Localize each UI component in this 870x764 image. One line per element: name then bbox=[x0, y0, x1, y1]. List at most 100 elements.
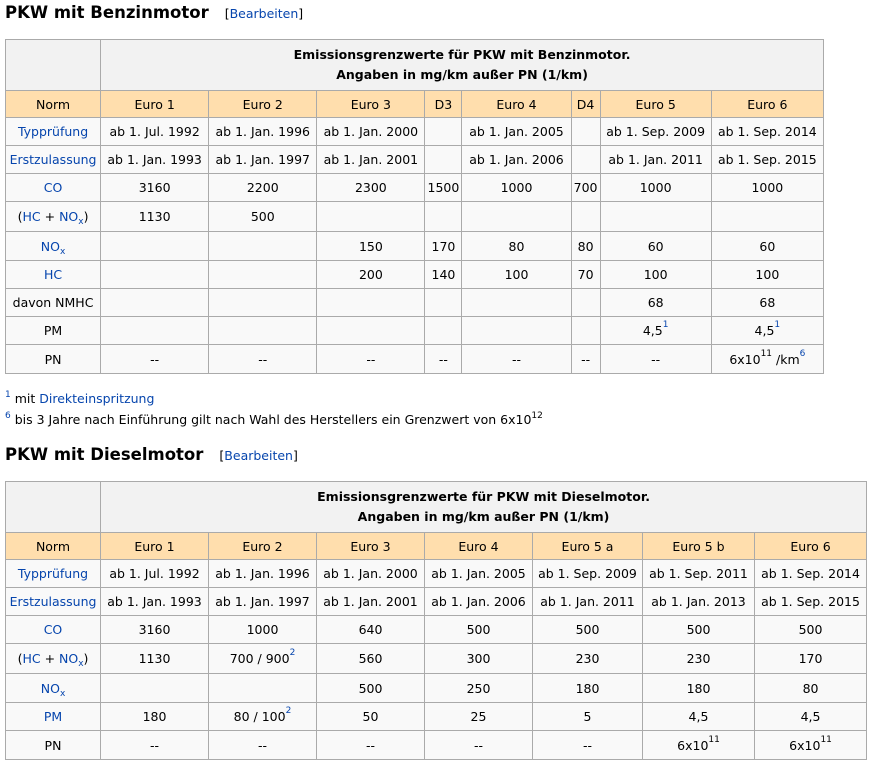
cell: 6x1011 /km6 bbox=[710, 344, 825, 374]
cell: 100 bbox=[599, 260, 712, 289]
footnote-ref[interactable]: 6 bbox=[800, 349, 806, 359]
hc-link[interactable]: HC bbox=[22, 651, 40, 666]
cell bbox=[316, 316, 426, 345]
cell: ab 1. Sep. 2011 bbox=[642, 559, 755, 588]
table-row: Erstzulassung ab 1. Jan. 1993 ab 1. Jan.… bbox=[4, 145, 825, 174]
cell: ab 1. Jan. 2006 bbox=[461, 145, 572, 174]
hc-link[interactable]: HC bbox=[23, 209, 41, 224]
cell: -- bbox=[208, 344, 318, 374]
cell bbox=[424, 201, 463, 232]
footnote-ref[interactable]: 2 bbox=[286, 706, 292, 716]
cell bbox=[208, 288, 318, 317]
header-norm: Norm bbox=[4, 90, 102, 118]
cell bbox=[424, 288, 463, 317]
nox-link[interactable]: NOx bbox=[59, 651, 84, 669]
cell: 80 bbox=[461, 231, 572, 261]
cell: ab 1. Sep. 2009 bbox=[599, 117, 712, 146]
cell: 5 bbox=[532, 702, 643, 731]
pm-link[interactable]: PM bbox=[44, 709, 62, 724]
cell: 3160 bbox=[100, 615, 209, 644]
cell: 1130 bbox=[100, 201, 210, 232]
cell bbox=[570, 316, 601, 345]
table-corner bbox=[5, 481, 101, 533]
cell bbox=[208, 316, 318, 345]
cell: 2200 bbox=[208, 173, 318, 202]
header-d3: D3 bbox=[424, 90, 463, 118]
cell: 700 / 9002 bbox=[208, 643, 317, 674]
cell: 230 bbox=[532, 643, 643, 674]
co-link[interactable]: CO bbox=[44, 180, 63, 195]
header-euro3: Euro 3 bbox=[316, 532, 425, 560]
cell: ab 1. Jul. 1992 bbox=[100, 559, 209, 588]
cell: 200 bbox=[316, 260, 426, 289]
table-row: PN -- -- -- -- -- -- -- 6x1011 /km6 bbox=[4, 344, 825, 374]
direkteinspritzung-link[interactable]: Direkteinspritzung bbox=[39, 391, 154, 406]
hc-nox-label: (HC + NOx) bbox=[5, 643, 101, 674]
pm-label: PM bbox=[4, 316, 102, 345]
pn-label: PN bbox=[4, 344, 102, 374]
pn-label: PN bbox=[5, 730, 101, 760]
header-euro2: Euro 2 bbox=[208, 532, 317, 560]
table-row: PM 180 80 / 1002 50 25 5 4,5 4,5 bbox=[5, 702, 868, 731]
cell: 500 bbox=[642, 615, 755, 644]
cell: 25 bbox=[424, 702, 533, 731]
cell bbox=[100, 316, 210, 345]
cell: ab 1. Jan. 2000 bbox=[316, 117, 426, 146]
cell: ab 1. Jan. 2013 bbox=[642, 587, 755, 616]
cell bbox=[100, 260, 210, 289]
cell bbox=[599, 201, 712, 232]
cell: 500 bbox=[424, 615, 533, 644]
cell bbox=[316, 288, 426, 317]
header-euro5: Euro 5 bbox=[599, 90, 712, 118]
hc-link[interactable]: HC bbox=[44, 267, 62, 282]
cell: 68 bbox=[599, 288, 712, 317]
cell: 170 bbox=[753, 643, 868, 674]
cell: 500 bbox=[753, 615, 868, 644]
nox-link[interactable]: NOx bbox=[41, 239, 66, 257]
cell: ab 1. Jan. 2001 bbox=[316, 587, 425, 616]
table-row: NOx 150 170 80 80 60 60 bbox=[4, 231, 825, 261]
cell: 80 bbox=[753, 673, 868, 703]
cell: ab 1. Jan. 1993 bbox=[100, 145, 210, 174]
cell: ab 1. Jan. 2001 bbox=[316, 145, 426, 174]
cell: 500 bbox=[532, 615, 643, 644]
header-euro4: Euro 4 bbox=[461, 90, 572, 118]
section-heading-petrol: PKW mit Benzinmotor [Bearbeiten] bbox=[5, 3, 303, 22]
cell: 4,5 bbox=[753, 702, 868, 731]
table-row: PN -- -- -- -- -- 6x1011 6x1011 bbox=[5, 730, 868, 760]
footnote-ref[interactable]: 1 bbox=[774, 320, 780, 330]
footnote-ref[interactable]: 2 bbox=[290, 648, 296, 658]
footnote-backlink[interactable]: 6 bbox=[5, 411, 11, 421]
edit-link[interactable]: Bearbeiten bbox=[224, 448, 293, 463]
cell: 1000 bbox=[208, 615, 317, 644]
cell: 500 bbox=[316, 673, 425, 703]
cell: 1000 bbox=[710, 173, 825, 202]
cell: ab 1. Sep. 2015 bbox=[710, 145, 825, 174]
cell: 180 bbox=[100, 702, 209, 731]
header-norm: Norm bbox=[5, 532, 101, 560]
footnote-backlink[interactable]: 1 bbox=[5, 390, 11, 400]
footnote: 6 bis 3 Jahre nach Einführung gilt nach … bbox=[5, 411, 543, 427]
cell: ab 1. Jul. 1992 bbox=[100, 117, 210, 146]
erstzulassung-link[interactable]: Erstzulassung bbox=[10, 152, 97, 167]
erstzulassung-link[interactable]: Erstzulassung bbox=[10, 594, 97, 609]
typpruefung-link[interactable]: Typprüfung bbox=[18, 566, 88, 581]
cell: 560 bbox=[316, 643, 425, 674]
typpruefung-link[interactable]: Typprüfung bbox=[18, 124, 88, 139]
cell: 60 bbox=[710, 231, 825, 261]
cell: 6x1011 bbox=[642, 730, 755, 760]
cell: 4,51 bbox=[710, 316, 825, 345]
cell: 1130 bbox=[100, 643, 209, 674]
nox-link[interactable]: NOx bbox=[41, 681, 66, 699]
table-row: Typprüfung ab 1. Jul. 1992 ab 1. Jan. 19… bbox=[5, 559, 868, 588]
nox-link[interactable]: NOx bbox=[59, 209, 84, 227]
footnote-ref[interactable]: 1 bbox=[663, 320, 669, 330]
cell: 50 bbox=[316, 702, 425, 731]
cell bbox=[570, 145, 601, 174]
cell: -- bbox=[100, 730, 209, 760]
co-link[interactable]: CO bbox=[44, 622, 63, 637]
table-caption: Emissionsgrenzwerte für PKW mit Dieselmo… bbox=[99, 481, 868, 533]
cell: 500 bbox=[208, 201, 318, 232]
edit-link[interactable]: Bearbeiten bbox=[230, 6, 299, 21]
table-corner bbox=[4, 39, 102, 91]
